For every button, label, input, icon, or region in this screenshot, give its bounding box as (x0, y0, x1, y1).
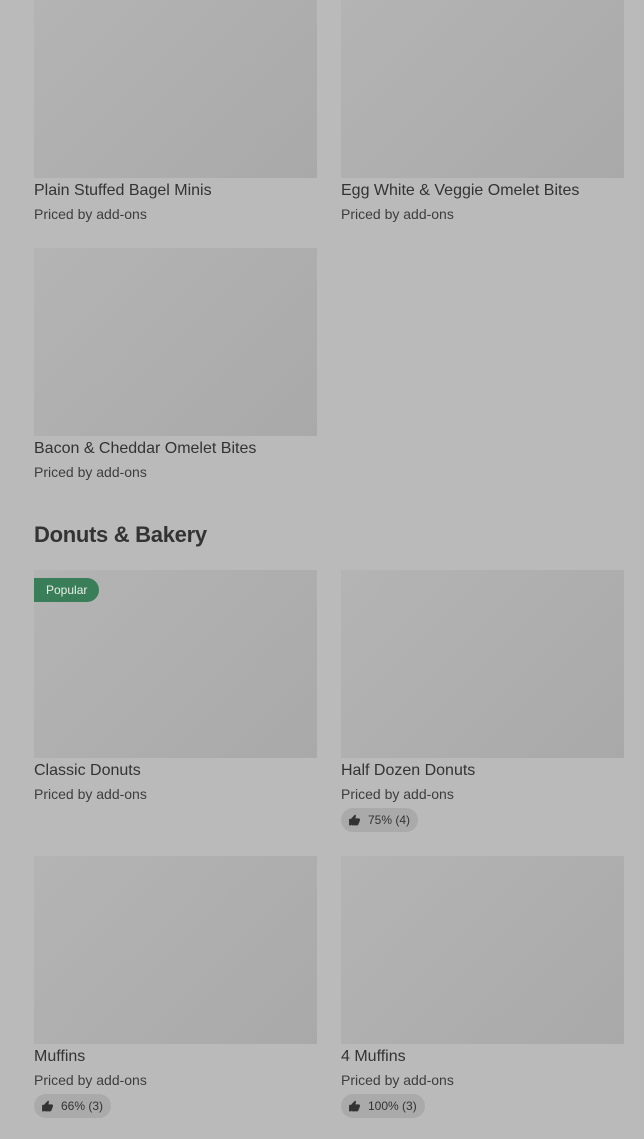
rating-pill: 66% (3) (34, 1094, 112, 1118)
item-price-note: Priced by add-ons (341, 206, 454, 222)
item-image (34, 248, 317, 436)
item-title: Egg White & Veggie Omelet Bites (341, 182, 580, 199)
thumbs-up-icon (349, 1100, 360, 1111)
thumbs-up-icon (42, 1100, 53, 1111)
rating-text: 75% (4) (368, 813, 411, 827)
item-price-note: Priced by add-ons (34, 464, 147, 480)
item-title: Bacon & Cheddar Omelet Bites (34, 440, 257, 457)
rating-pill: 100% (3) (341, 1094, 425, 1118)
item-title: Muffins (34, 1048, 86, 1065)
rating-text: 66% (3) (61, 1099, 104, 1113)
item-price-note: Priced by add-ons (341, 1072, 454, 1088)
item-title: Half Dozen Donuts (341, 762, 476, 779)
item-image (341, 0, 624, 178)
item-title: Plain Stuffed Bagel Minis (34, 182, 212, 199)
item-price-note: Priced by add-ons (34, 1072, 147, 1088)
menu-page: Plain Stuffed Bagel Minis Priced by add-… (0, 0, 644, 1139)
item-image (341, 856, 624, 1044)
item-price-note: Priced by add-ons (341, 786, 454, 802)
item-price-note: Priced by add-ons (34, 786, 147, 802)
item-image (341, 570, 624, 758)
popular-badge: Popular (34, 578, 100, 602)
rating-text: 100% (3) (368, 1099, 417, 1113)
section-title: Donuts & Bakery (34, 522, 207, 547)
item-image (34, 0, 317, 178)
rating-pill: 75% (4) (341, 808, 419, 832)
item-title: 4 Muffins (341, 1048, 406, 1065)
item-title: Classic Donuts (34, 762, 141, 779)
item-image (34, 856, 317, 1044)
thumbs-up-icon (349, 814, 360, 825)
item-price-note: Priced by add-ons (34, 206, 147, 222)
